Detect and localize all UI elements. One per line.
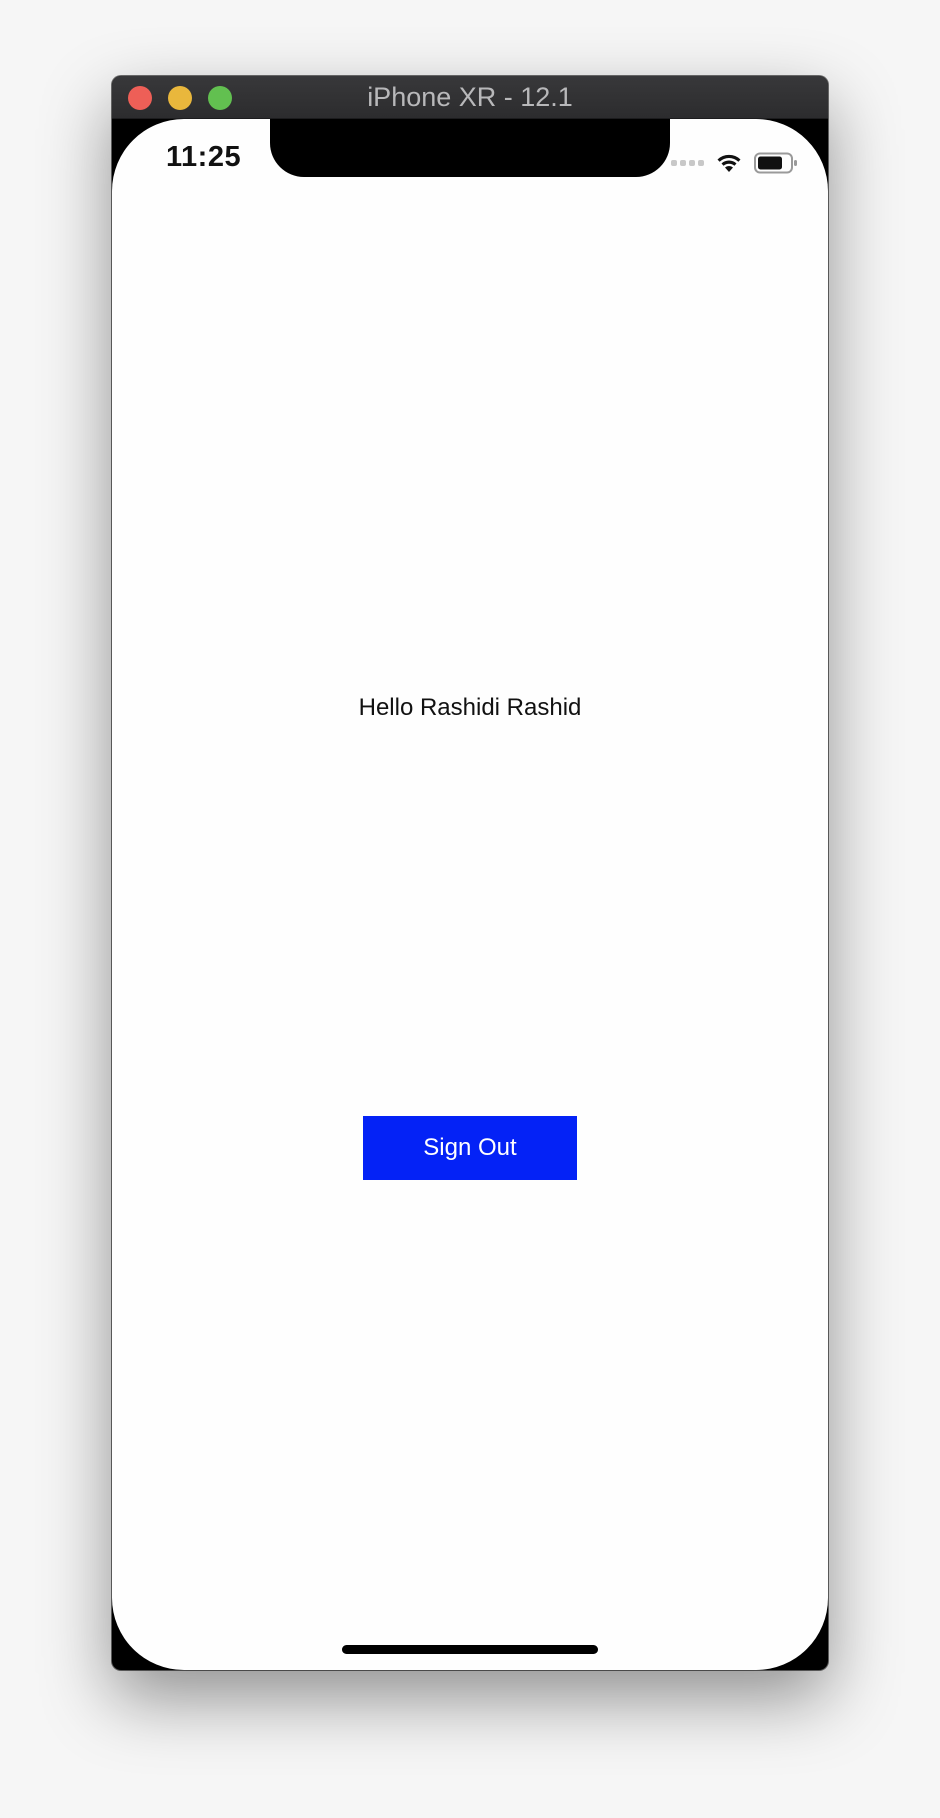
wifi-icon xyxy=(717,154,741,172)
window-titlebar[interactable]: iPhone XR - 12.1 xyxy=(112,76,828,119)
device-notch xyxy=(270,119,670,177)
status-bar-icons xyxy=(671,151,798,175)
device-screen: 11:25 Hello Rashidi Rashid Sign Out xyxy=(112,119,828,1670)
greeting-text: Hello Rashidi Rashid xyxy=(358,694,582,721)
cellular-signal-icon xyxy=(671,160,704,166)
status-bar-time: 11:25 xyxy=(166,141,242,173)
window-title: iPhone XR - 12.1 xyxy=(367,82,573,112)
home-indicator[interactable] xyxy=(342,1645,598,1654)
battery-icon xyxy=(754,152,797,174)
sign-out-button[interactable]: Sign Out xyxy=(363,1116,577,1180)
simulator-window: iPhone XR - 12.1 11:25 Hello Rashidi Ras… xyxy=(112,76,828,1670)
